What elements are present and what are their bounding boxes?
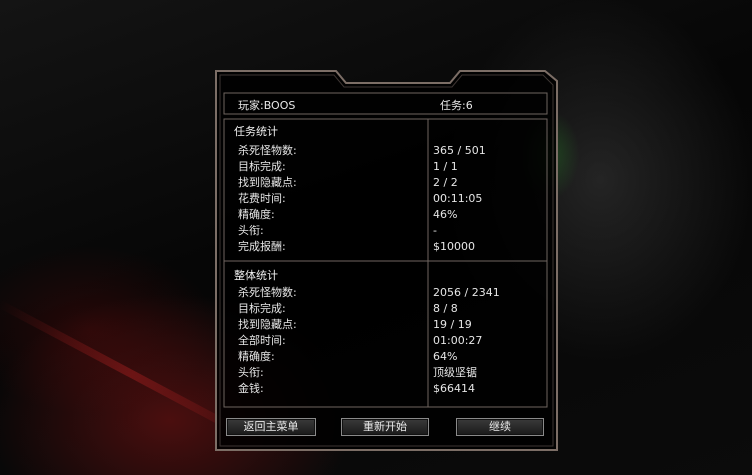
stat-value: 365 / 501 — [433, 144, 486, 157]
stat-label: 精确度: — [238, 350, 275, 363]
stat-label: 杀死怪物数: — [238, 144, 297, 157]
stat-label: 目标完成: — [238, 160, 286, 173]
stat-label: 目标完成: — [238, 302, 286, 315]
mission-stat-row: 花费时间: 00:11:05 — [238, 191, 548, 207]
stat-label: 找到隐藏点: — [238, 176, 297, 189]
stat-value: - — [433, 224, 437, 237]
stat-label: 杀死怪物数: — [238, 286, 297, 299]
overall-stat-row: 目标完成: 8 / 8 — [238, 301, 548, 317]
stat-value: 2 / 2 — [433, 176, 458, 189]
stat-value: $10000 — [433, 240, 475, 253]
stat-value: 顶级坚锯 — [433, 366, 477, 379]
stat-label: 找到隐藏点: — [238, 318, 297, 331]
stat-value: 01:00:27 — [433, 334, 483, 347]
continue-button[interactable]: 继续 — [456, 418, 544, 436]
overall-stat-row: 找到隐藏点: 19 / 19 — [238, 317, 548, 333]
mission-stat-row: 精确度: 46% — [238, 207, 548, 223]
stat-value: $66414 — [433, 382, 475, 395]
mission-label: 任务:6 — [440, 99, 473, 112]
overall-stat-row: 头衔: 顶级坚锯 — [238, 365, 548, 381]
mission-stat-row: 杀死怪物数: 365 / 501 — [238, 143, 548, 159]
stat-label: 金钱: — [238, 382, 264, 395]
stat-value: 1 / 1 — [433, 160, 458, 173]
stat-label: 头衔: — [238, 224, 264, 237]
stat-value: 8 / 8 — [433, 302, 458, 315]
stat-label: 花费时间: — [238, 192, 286, 205]
stat-value: 00:11:05 — [433, 192, 483, 205]
overall-stats-title: 整体统计 — [234, 269, 278, 282]
mission-stat-row: 完成报酬: $10000 — [238, 239, 548, 255]
stat-label: 精确度: — [238, 208, 275, 221]
player-label: 玩家:BOOS — [238, 99, 296, 112]
stat-label: 全部时间: — [238, 334, 286, 347]
main-menu-button[interactable]: 返回主菜单 — [226, 418, 316, 436]
stat-label: 完成报酬: — [238, 240, 286, 253]
stat-value: 46% — [433, 208, 458, 221]
stats-panel: 玩家:BOOS 任务:6 任务统计 杀死怪物数: 365 / 501 目标完成:… — [214, 67, 559, 452]
stat-label: 头衔: — [238, 366, 264, 379]
mission-stat-row: 找到隐藏点: 2 / 2 — [238, 175, 548, 191]
overall-stat-row: 金钱: $66414 — [238, 381, 548, 397]
overall-stat-row: 全部时间: 01:00:27 — [238, 333, 548, 349]
overall-stat-row: 精确度: 64% — [238, 349, 548, 365]
mission-stat-row: 头衔: - — [238, 223, 548, 239]
overall-stat-row: 杀死怪物数: 2056 / 2341 — [238, 285, 548, 301]
stat-value: 19 / 19 — [433, 318, 472, 331]
stat-value: 2056 / 2341 — [433, 286, 500, 299]
game-scene: 玩家:BOOS 任务:6 任务统计 杀死怪物数: 365 / 501 目标完成:… — [0, 0, 752, 475]
mission-stats-title: 任务统计 — [234, 125, 278, 138]
stat-value: 64% — [433, 350, 458, 363]
restart-button[interactable]: 重新开始 — [341, 418, 429, 436]
mission-stat-row: 目标完成: 1 / 1 — [238, 159, 548, 175]
